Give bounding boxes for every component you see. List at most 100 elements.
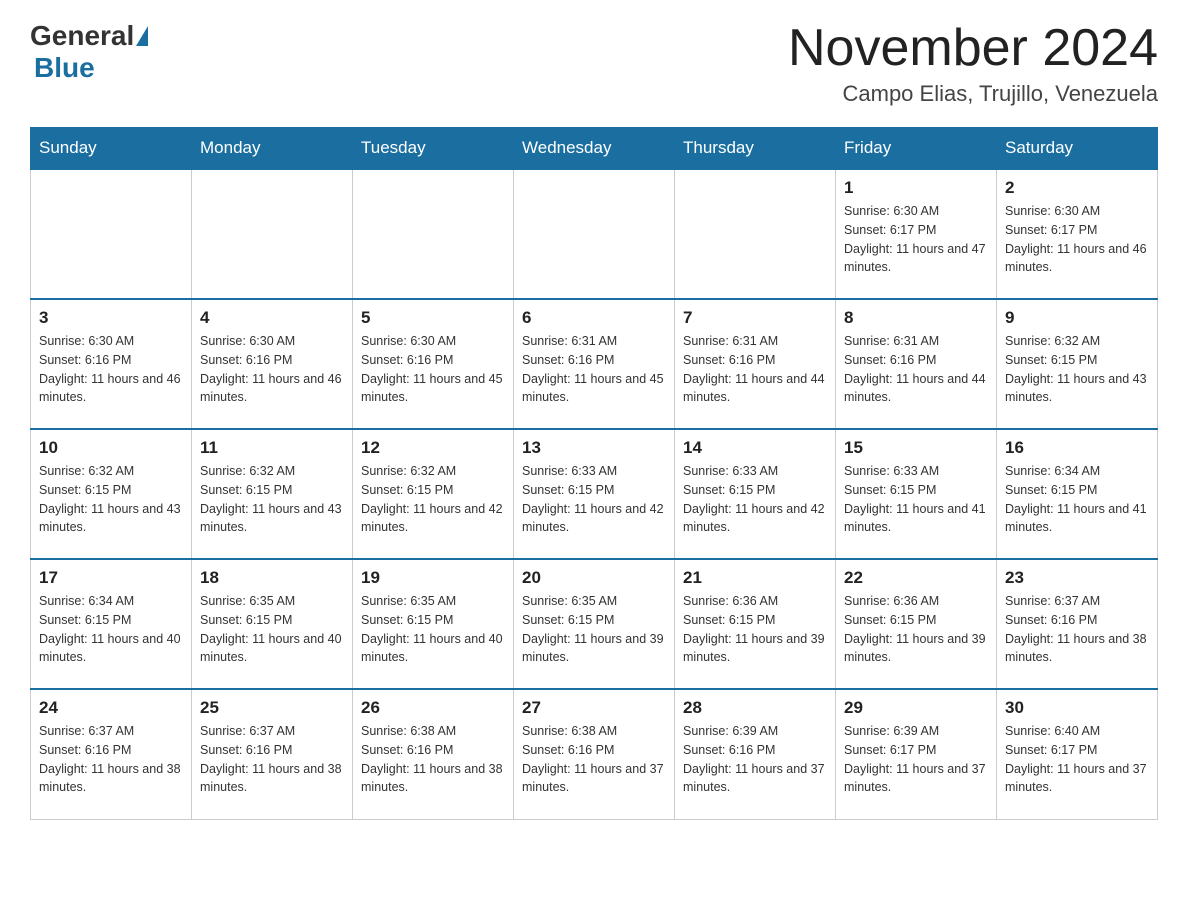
day-number: 3 (39, 308, 183, 328)
week-row-5: 24 Sunrise: 6:37 AMSunset: 6:16 PMDayligh… (31, 689, 1158, 819)
weekday-header-wednesday: Wednesday (514, 128, 675, 170)
day-info: Sunrise: 6:37 AMSunset: 6:16 PMDaylight:… (1005, 592, 1149, 667)
day-info: Sunrise: 6:37 AMSunset: 6:16 PMDaylight:… (39, 722, 183, 797)
day-number: 13 (522, 438, 666, 458)
calendar-cell: 28 Sunrise: 6:39 AMSunset: 6:16 PMDayligh… (675, 689, 836, 819)
day-info: Sunrise: 6:32 AMSunset: 6:15 PMDaylight:… (200, 462, 344, 537)
day-number: 7 (683, 308, 827, 328)
title-area: November 2024 Campo Elias, Trujillo, Ven… (788, 20, 1158, 107)
logo-blue-text: Blue (34, 52, 95, 83)
calendar-cell: 5 Sunrise: 6:30 AMSunset: 6:16 PMDaylight… (353, 299, 514, 429)
calendar-cell: 20 Sunrise: 6:35 AMSunset: 6:15 PMDayligh… (514, 559, 675, 689)
calendar-cell (353, 169, 514, 299)
calendar-cell: 29Sunrise: 6:39 AMSunset: 6:17 PMDayligh… (836, 689, 997, 819)
day-number: 1 (844, 178, 988, 198)
day-info: Sunrise: 6:36 AMSunset: 6:15 PMDaylight:… (844, 592, 988, 667)
day-number: 18 (200, 568, 344, 588)
day-number: 2 (1005, 178, 1149, 198)
logo: General Blue (30, 20, 150, 84)
calendar-cell: 7 Sunrise: 6:31 AMSunset: 6:16 PMDaylight… (675, 299, 836, 429)
weekday-header-thursday: Thursday (675, 128, 836, 170)
calendar-cell: 1Sunrise: 6:30 AMSunset: 6:17 PMDaylight… (836, 169, 997, 299)
logo-triangle-icon (136, 26, 148, 46)
day-info: Sunrise: 6:32 AMSunset: 6:15 PMDaylight:… (1005, 332, 1149, 407)
day-number: 22 (844, 568, 988, 588)
day-number: 15 (844, 438, 988, 458)
day-number: 12 (361, 438, 505, 458)
calendar-cell (192, 169, 353, 299)
logo-general-text: General (30, 20, 134, 52)
calendar-cell: 12Sunrise: 6:32 AMSunset: 6:15 PMDayligh… (353, 429, 514, 559)
calendar-cell (31, 169, 192, 299)
day-info: Sunrise: 6:38 AMSunset: 6:16 PMDaylight:… (361, 722, 505, 797)
day-info: Sunrise: 6:34 AMSunset: 6:15 PMDaylight:… (1005, 462, 1149, 537)
day-number: 28 (683, 698, 827, 718)
day-number: 16 (1005, 438, 1149, 458)
day-number: 24 (39, 698, 183, 718)
day-info: Sunrise: 6:38 AMSunset: 6:16 PMDaylight:… (522, 722, 666, 797)
day-info: Sunrise: 6:35 AMSunset: 6:15 PMDaylight:… (361, 592, 505, 667)
month-title: November 2024 (788, 20, 1158, 77)
day-number: 9 (1005, 308, 1149, 328)
day-number: 8 (844, 308, 988, 328)
day-number: 21 (683, 568, 827, 588)
day-info: Sunrise: 6:34 AMSunset: 6:15 PMDaylight:… (39, 592, 183, 667)
day-number: 19 (361, 568, 505, 588)
weekday-header-saturday: Saturday (997, 128, 1158, 170)
calendar-cell: 15Sunrise: 6:33 AMSunset: 6:15 PMDayligh… (836, 429, 997, 559)
calendar-cell (675, 169, 836, 299)
calendar-cell: 10 Sunrise: 6:32 AMSunset: 6:15 PMDayligh… (31, 429, 192, 559)
day-number: 17 (39, 568, 183, 588)
day-number: 26 (361, 698, 505, 718)
day-number: 20 (522, 568, 666, 588)
calendar-cell: 16 Sunrise: 6:34 AMSunset: 6:15 PMDayligh… (997, 429, 1158, 559)
week-row-1: 1 Sunrise: 6:30 AMSunset: 6:17 PMDaylight… (31, 169, 1158, 299)
day-info: Sunrise: 6:31 AMSunset: 6:16 PMDaylight:… (522, 332, 666, 407)
day-info: Sunrise: 6:36 AMSunset: 6:15 PMDaylight:… (683, 592, 827, 667)
week-row-3: 10 Sunrise: 6:32 AMSunset: 6:15 PMDayligh… (31, 429, 1158, 559)
week-row-2: 3 Sunrise: 6:30 AMSunset: 6:16 PMDaylight… (31, 299, 1158, 429)
day-number: 5 (361, 308, 505, 328)
calendar-cell: 21 Sunrise: 6:36 AMSunset: 6:15 PMDayligh… (675, 559, 836, 689)
calendar-cell: 25 Sunrise: 6:37 AMSunset: 6:16 PMDayligh… (192, 689, 353, 819)
day-info: Sunrise: 6:37 AMSunset: 6:16 PMDaylight:… (200, 722, 344, 797)
calendar-cell: 3 Sunrise: 6:30 AMSunset: 6:16 PMDaylight… (31, 299, 192, 429)
day-number: 29 (844, 698, 988, 718)
day-info: Sunrise: 6:35 AMSunset: 6:15 PMDaylight:… (522, 592, 666, 667)
calendar-cell: 19 Sunrise: 6:35 AMSunset: 6:15 PMDayligh… (353, 559, 514, 689)
week-row-4: 17 Sunrise: 6:34 AMSunset: 6:15 PMDayligh… (31, 559, 1158, 689)
calendar-cell: 2 Sunrise: 6:30 AMSunset: 6:17 PMDaylight… (997, 169, 1158, 299)
day-info: Sunrise: 6:30 AMSunset: 6:16 PMDaylight:… (39, 332, 183, 407)
calendar-cell: 9 Sunrise: 6:32 AMSunset: 6:15 PMDaylight… (997, 299, 1158, 429)
day-info: Sunrise: 6:33 AMSunset: 6:15 PMDaylight:… (522, 462, 666, 537)
day-info: Sunrise: 6:32 AMSunset: 6:15 PMDaylight:… (39, 462, 183, 537)
calendar-cell: 11 Sunrise: 6:32 AMSunset: 6:15 PMDayligh… (192, 429, 353, 559)
weekday-header-monday: Monday (192, 128, 353, 170)
calendar-cell: 17 Sunrise: 6:34 AMSunset: 6:15 PMDayligh… (31, 559, 192, 689)
day-info: Sunrise: 6:30 AMSunset: 6:17 PMDaylight:… (1005, 202, 1149, 277)
day-number: 23 (1005, 568, 1149, 588)
day-number: 14 (683, 438, 827, 458)
day-info: Sunrise: 6:30 AMSunset: 6:16 PMDaylight:… (361, 332, 505, 407)
calendar-cell: 22 Sunrise: 6:36 AMSunset: 6:15 PMDayligh… (836, 559, 997, 689)
day-number: 11 (200, 438, 344, 458)
day-number: 25 (200, 698, 344, 718)
day-info: Sunrise: 6:40 AMSunset: 6:17 PMDaylight:… (1005, 722, 1149, 797)
calendar-cell: 14Sunrise: 6:33 AMSunset: 6:15 PMDayligh… (675, 429, 836, 559)
calendar-cell: 27 Sunrise: 6:38 AMSunset: 6:16 PMDayligh… (514, 689, 675, 819)
calendar-cell: 6Sunrise: 6:31 AMSunset: 6:16 PMDaylight… (514, 299, 675, 429)
day-info: Sunrise: 6:31 AMSunset: 6:16 PMDaylight:… (844, 332, 988, 407)
day-info: Sunrise: 6:39 AMSunset: 6:16 PMDaylight:… (683, 722, 827, 797)
day-info: Sunrise: 6:31 AMSunset: 6:16 PMDaylight:… (683, 332, 827, 407)
weekday-header-row: SundayMondayTuesdayWednesdayThursdayFrid… (31, 128, 1158, 170)
day-number: 10 (39, 438, 183, 458)
calendar-cell: 24 Sunrise: 6:37 AMSunset: 6:16 PMDayligh… (31, 689, 192, 819)
header: General Blue November 2024 Campo Elias, … (30, 20, 1158, 107)
calendar-cell: 30Sunrise: 6:40 AMSunset: 6:17 PMDayligh… (997, 689, 1158, 819)
calendar-cell: 26 Sunrise: 6:38 AMSunset: 6:16 PMDayligh… (353, 689, 514, 819)
weekday-header-friday: Friday (836, 128, 997, 170)
weekday-header-tuesday: Tuesday (353, 128, 514, 170)
day-number: 27 (522, 698, 666, 718)
calendar-cell: 13 Sunrise: 6:33 AMSunset: 6:15 PMDayligh… (514, 429, 675, 559)
day-number: 4 (200, 308, 344, 328)
